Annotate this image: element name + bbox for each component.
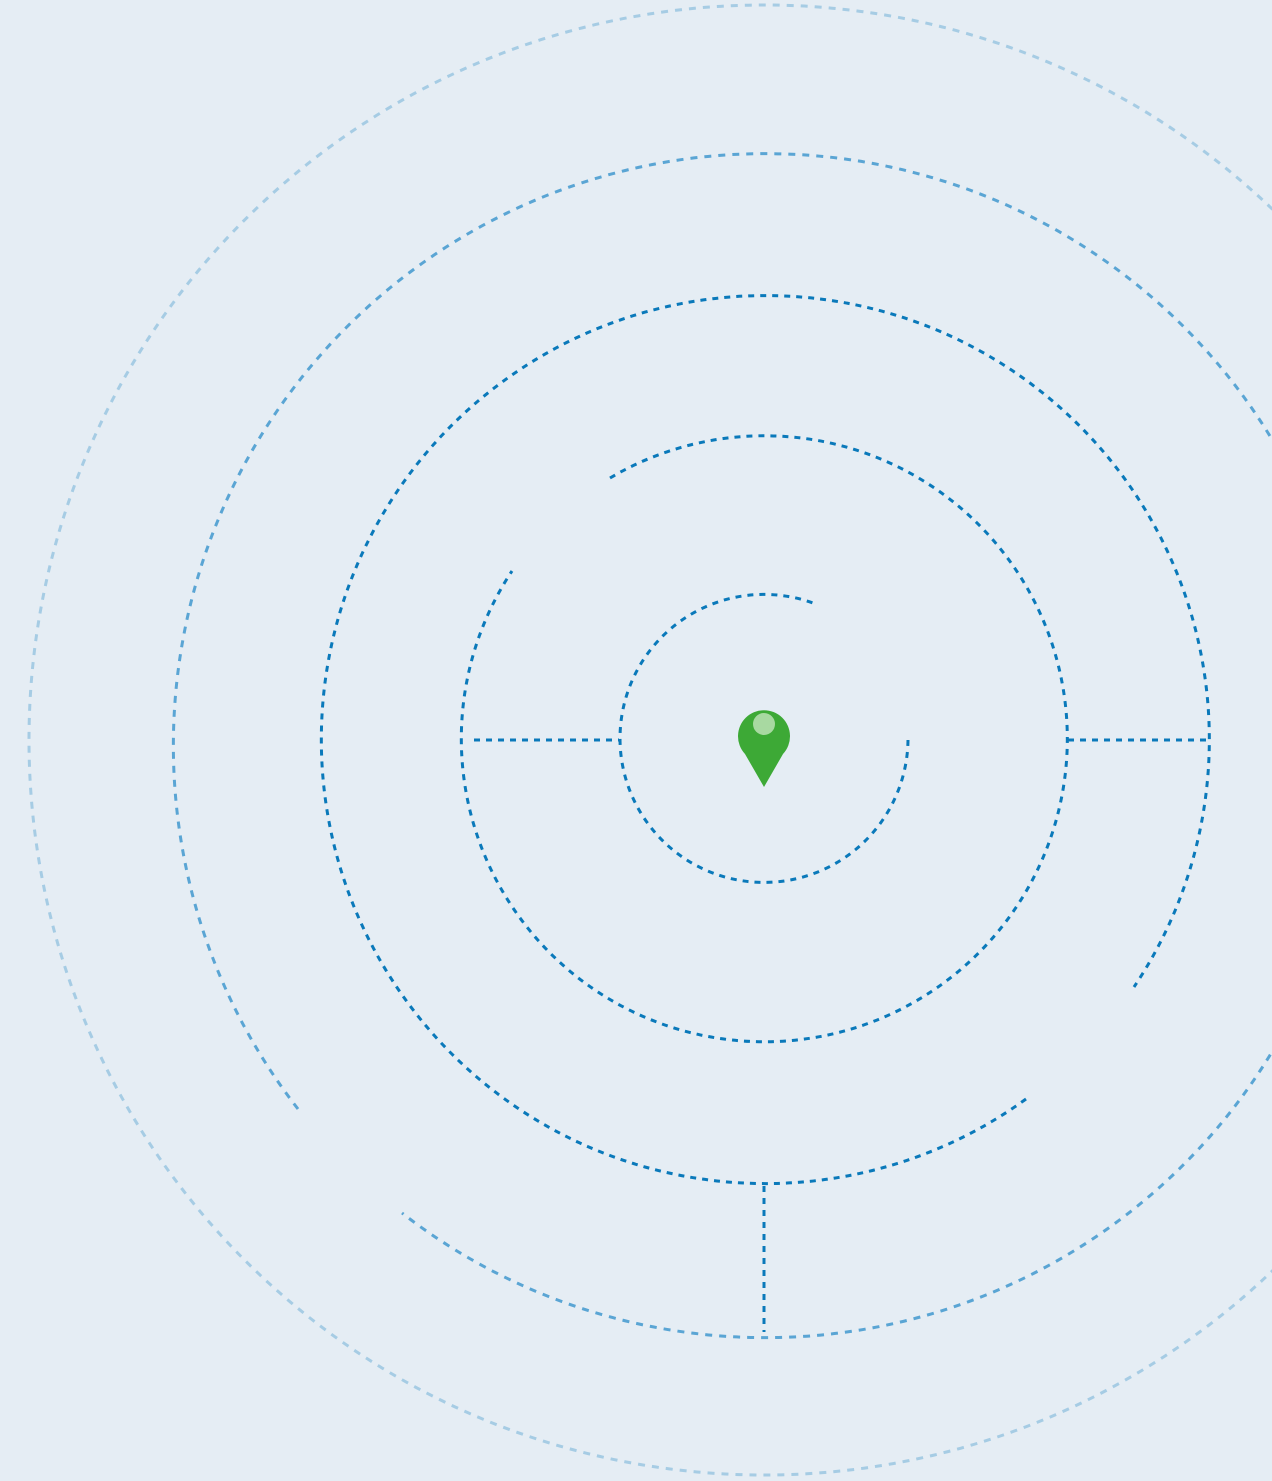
circular-maze <box>0 0 1272 1481</box>
map-pin-dot <box>753 713 775 735</box>
maze-illustration <box>0 0 1272 1481</box>
